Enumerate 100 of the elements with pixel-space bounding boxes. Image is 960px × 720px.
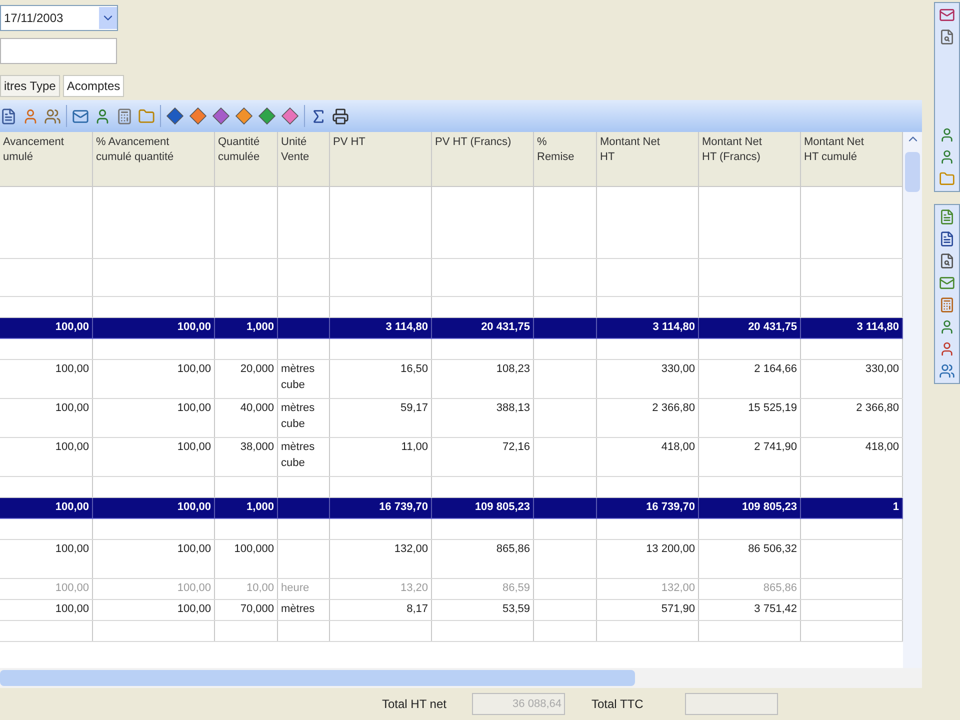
document-icon[interactable] xyxy=(0,108,17,124)
table-cell: 1 xyxy=(801,498,903,518)
person-icon[interactable] xyxy=(94,108,111,124)
table-cell: mètres cube xyxy=(278,438,330,476)
document-search-icon[interactable] xyxy=(939,29,955,45)
table-cell: 100,000 xyxy=(215,540,278,578)
diamond-icon[interactable] xyxy=(166,107,184,125)
table-cell: 100,00 xyxy=(0,498,93,518)
date-combobox[interactable]: 17/11/2003 xyxy=(0,5,118,31)
table-cell: 40,000 xyxy=(215,399,278,437)
vertical-scrollbar[interactable] xyxy=(903,132,922,668)
table-cell: mètres cube xyxy=(278,399,330,437)
table-cell: 3 114,80 xyxy=(801,318,903,338)
person-icon[interactable] xyxy=(939,127,955,143)
table-cell: 15 525,19 xyxy=(699,399,801,437)
document-icon[interactable] xyxy=(939,231,955,247)
table-cell: 2 164,66 xyxy=(699,360,801,398)
person-icon[interactable] xyxy=(939,341,955,357)
mail-icon[interactable] xyxy=(939,7,955,23)
table-cell: 100,00 xyxy=(0,438,93,476)
total-label: Total HT net xyxy=(382,696,446,713)
document-icon[interactable] xyxy=(939,209,955,225)
table-cell: 571,90 xyxy=(597,600,699,620)
input-field[interactable] xyxy=(0,38,117,64)
table-cell: 2 366,80 xyxy=(597,399,699,437)
table-cell: 100,00 xyxy=(0,318,93,338)
table-cell: 13,20 xyxy=(330,579,432,599)
table-cell xyxy=(534,318,597,338)
table-cell: mètres cube xyxy=(278,360,330,398)
table-cell: 388,13 xyxy=(432,399,534,437)
table-cell: 100,00 xyxy=(93,318,215,338)
person-icon[interactable] xyxy=(939,149,955,165)
mail-icon[interactable] xyxy=(72,108,89,124)
column-header[interactable]: PV HT (Francs) xyxy=(435,135,530,150)
table-cell: 100,00 xyxy=(93,579,215,599)
document-search-icon[interactable] xyxy=(939,253,955,269)
table-cell: 16 739,70 xyxy=(330,498,432,518)
table-cell: 59,17 xyxy=(330,399,432,437)
table-cell: 100,00 xyxy=(0,399,93,437)
diamond-icon[interactable] xyxy=(281,107,299,125)
column-header[interactable]: Quantité cumulée xyxy=(218,135,274,165)
table-cell: 16 739,70 xyxy=(597,498,699,518)
table-cell: 108,23 xyxy=(432,360,534,398)
table-cell: 72,16 xyxy=(432,438,534,476)
table-cell: 3 114,80 xyxy=(330,318,432,338)
diamond-icon[interactable] xyxy=(189,107,207,125)
table-cell: 100,00 xyxy=(0,579,93,599)
table-cell: 16,50 xyxy=(330,360,432,398)
column-header[interactable]: Avancement umulé xyxy=(3,135,89,165)
total-field: 36 088,64 xyxy=(472,693,566,715)
diamond-icon[interactable] xyxy=(212,107,230,125)
table-cell: 109 805,23 xyxy=(699,498,801,518)
calculator-icon[interactable] xyxy=(116,108,133,124)
people-icon[interactable] xyxy=(44,108,61,124)
tab[interactable]: itres Type xyxy=(0,75,60,97)
people-icon[interactable] xyxy=(939,363,955,379)
diamond-icon[interactable] xyxy=(258,107,276,125)
table-cell xyxy=(278,498,330,518)
column-header[interactable]: Montant Net HT (Francs) xyxy=(702,135,797,165)
person-icon[interactable] xyxy=(22,108,39,124)
tab[interactable]: Acomptes xyxy=(62,75,124,97)
column-header[interactable]: PV HT xyxy=(333,135,428,150)
column-header[interactable]: % Avancement cumulé quantité xyxy=(96,135,211,165)
table-cell: 865,86 xyxy=(699,579,801,599)
calculator-icon[interactable] xyxy=(939,297,955,313)
table-cell xyxy=(278,318,330,338)
table-cell: 10,00 xyxy=(215,579,278,599)
table-cell xyxy=(534,498,597,518)
printer-icon[interactable] xyxy=(332,108,349,124)
table-cell: 100,00 xyxy=(93,600,215,620)
table-cell: heure xyxy=(278,579,330,599)
table-cell: 100,00 xyxy=(0,360,93,398)
dropdown-button[interactable] xyxy=(99,7,117,29)
table-cell: mètres xyxy=(278,600,330,620)
table-cell: 100,00 xyxy=(0,540,93,578)
table-cell: 418,00 xyxy=(597,438,699,476)
scrollbar-thumb[interactable] xyxy=(0,670,635,686)
folder-icon[interactable] xyxy=(138,108,155,124)
table-cell: 330,00 xyxy=(597,360,699,398)
table-cell: 86 506,32 xyxy=(699,540,801,578)
table-cell: 20 431,75 xyxy=(432,318,534,338)
table-cell: 70,000 xyxy=(215,600,278,620)
column-header[interactable]: Montant Net HT cumulé xyxy=(804,135,899,165)
table-cell: 2 741,90 xyxy=(699,438,801,476)
mail-icon[interactable] xyxy=(939,275,955,291)
column-header[interactable]: Unité Vente xyxy=(281,135,326,165)
table-cell: 865,86 xyxy=(432,540,534,578)
folder-icon[interactable] xyxy=(939,171,955,187)
table-cell: 3 751,42 xyxy=(699,600,801,620)
column-header[interactable]: Montant Net HT xyxy=(600,135,695,165)
horizontal-scrollbar[interactable] xyxy=(0,668,922,688)
table-cell: 86,59 xyxy=(432,579,534,599)
table-cell: 13 200,00 xyxy=(597,540,699,578)
diamond-icon[interactable] xyxy=(235,107,253,125)
table-cell: 38,000 xyxy=(215,438,278,476)
scrollbar-thumb[interactable] xyxy=(905,152,920,192)
column-header[interactable]: % Remise xyxy=(537,135,593,165)
table-cell: 100,00 xyxy=(93,360,215,398)
table-cell: 132,00 xyxy=(330,540,432,578)
person-icon[interactable] xyxy=(939,319,955,335)
